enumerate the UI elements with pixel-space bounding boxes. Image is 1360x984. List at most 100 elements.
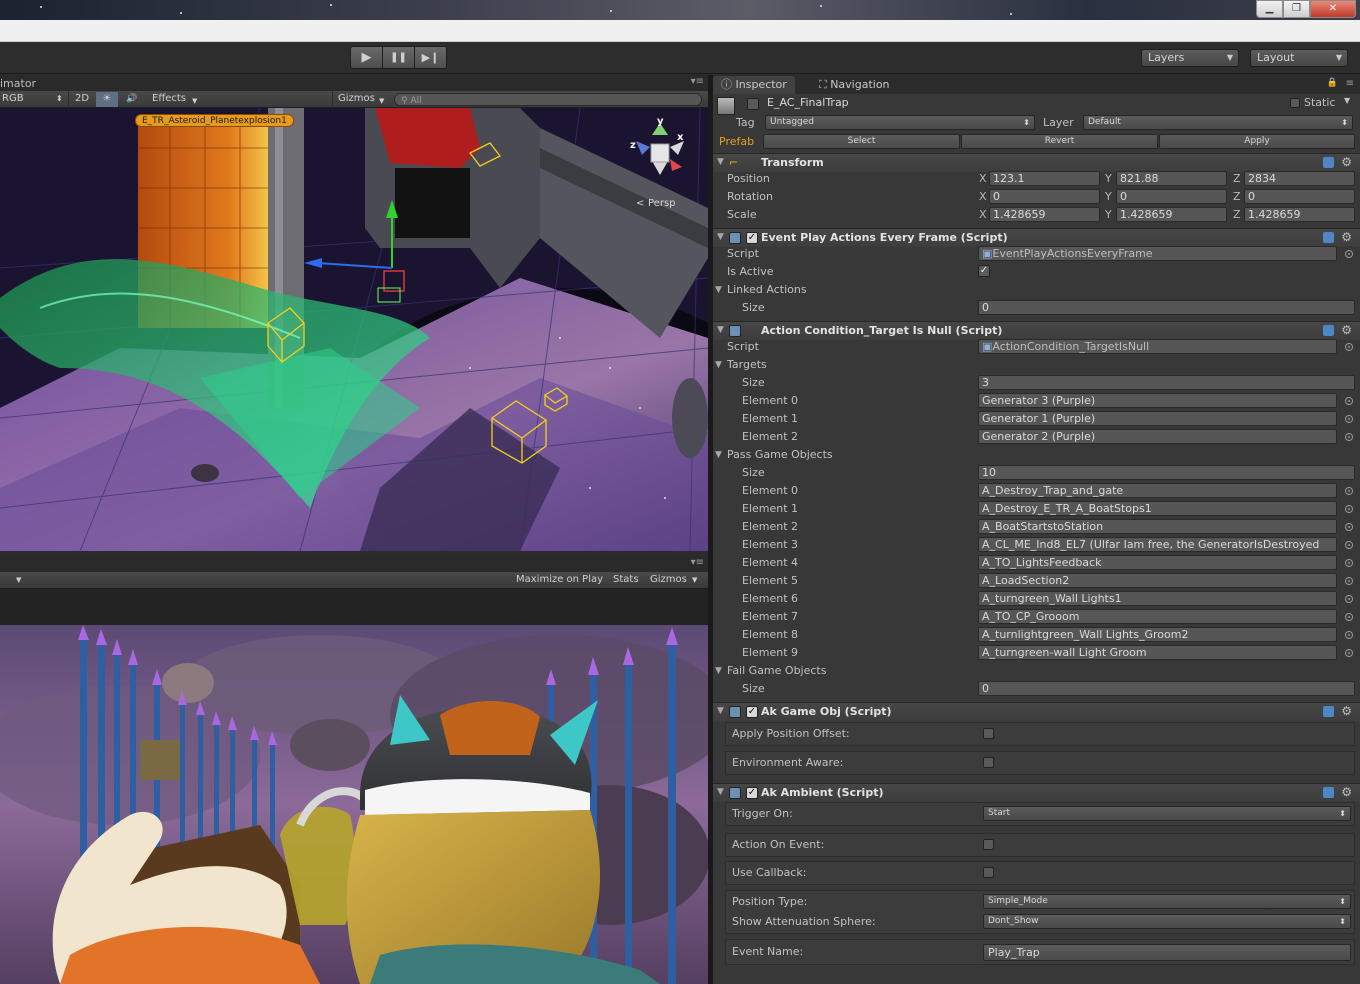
event-name-field[interactable]: Play_Trap	[983, 944, 1351, 961]
object-picker-icon[interactable]	[1345, 631, 1353, 639]
action-condition-header[interactable]: ▼ Action Condition_Target Is Null (Scrip…	[713, 321, 1360, 340]
ac-script-field[interactable]: ▣ActionCondition_TargetIsNull	[978, 339, 1337, 354]
foldout-icon[interactable]: ▼	[715, 360, 722, 370]
position-type-dropdown[interactable]: Simple_Mode ⬍	[983, 894, 1351, 909]
pass-element-field[interactable]: A_CL_ME_Ind8_EL7 (Ulfar Iam free, the Ge…	[978, 537, 1337, 552]
object-picker-icon[interactable]	[1345, 250, 1353, 258]
foldout-icon[interactable]: ▼	[715, 666, 722, 676]
object-picker-icon[interactable]	[1345, 523, 1353, 531]
pass-element-field[interactable]: A_Destroy_Trap_and_gate	[978, 483, 1337, 498]
static-checkbox[interactable]	[1290, 98, 1300, 108]
action-on-event-checkbox[interactable]	[983, 839, 994, 850]
is-active-checkbox[interactable]: ✓	[978, 265, 990, 277]
object-picker-icon[interactable]	[1345, 649, 1353, 657]
trigger-on-dropdown[interactable]: Start ⬍	[983, 806, 1351, 821]
layers-dropdown[interactable]: Layers ▼	[1141, 49, 1239, 67]
target-element-field[interactable]: Generator 2 (Purple)	[978, 429, 1337, 444]
object-picker-icon[interactable]	[1345, 559, 1353, 567]
foldout-icon[interactable]: ▼	[715, 285, 722, 295]
play-button[interactable]: ▶	[350, 46, 383, 69]
object-picker-icon[interactable]	[1345, 397, 1353, 405]
stats-toggle[interactable]: Stats	[613, 574, 639, 585]
lock-icon[interactable]: 🔒	[1327, 78, 1338, 88]
use-callback-checkbox[interactable]	[983, 867, 994, 878]
chevron-down-icon[interactable]: ▼	[16, 576, 21, 584]
prefab-apply-button[interactable]: Apply	[1159, 134, 1355, 149]
scale-x-field[interactable]: 1.428659	[989, 207, 1100, 222]
toggle-2d-button[interactable]: 2D	[75, 92, 89, 106]
gizmo-axis-x[interactable]: x	[677, 132, 683, 143]
layer-dropdown[interactable]: Default ⬍	[1083, 115, 1353, 130]
pass-element-field[interactable]: A_turnlightgreen_Wall Lights_Groom2	[978, 627, 1337, 642]
panel-menu-icon[interactable]: ≡	[1346, 78, 1354, 89]
object-picker-icon[interactable]	[1345, 577, 1353, 585]
maximize-on-play-toggle[interactable]: Maximize on Play	[516, 574, 603, 585]
object-picker-icon[interactable]	[1345, 505, 1353, 513]
help-icon[interactable]	[1323, 325, 1334, 336]
panel-menu-icon[interactable]: ▾≡	[691, 557, 704, 568]
target-element-field[interactable]: Generator 3 (Purple)	[978, 393, 1337, 408]
pass-element-field[interactable]: A_TO_CP_Grooom	[978, 609, 1337, 624]
scene-search-input[interactable]: ⚲ All	[394, 93, 702, 106]
apply-offset-checkbox[interactable]	[983, 728, 994, 739]
help-icon[interactable]	[1323, 232, 1334, 243]
minimize-button[interactable]: ▁	[1256, 0, 1283, 18]
pass-size-field[interactable]: 10	[978, 465, 1355, 480]
gear-icon[interactable]: ⚙	[1341, 323, 1352, 337]
scene-gizmos-dropdown[interactable]: Gizmos	[338, 92, 375, 106]
gizmo-axis-y[interactable]: y	[657, 116, 664, 127]
scale-y-field[interactable]: 1.428659	[1116, 207, 1227, 222]
rotation-y-field[interactable]: 0	[1116, 189, 1227, 204]
object-picker-icon[interactable]	[1345, 433, 1353, 441]
active-checkbox[interactable]	[747, 98, 759, 110]
object-picker-icon[interactable]	[1345, 541, 1353, 549]
component-enabled-checkbox[interactable]: ✓	[746, 706, 758, 718]
scene-lighting-button[interactable]: ☀	[96, 92, 118, 107]
tab-animator[interactable]: imator	[0, 77, 36, 90]
foldout-icon[interactable]: ▼	[715, 450, 722, 460]
scale-z-field[interactable]: 1.428659	[1244, 207, 1355, 222]
gizmo-axis-z[interactable]: z	[630, 140, 636, 151]
restore-button[interactable]: ❐	[1283, 0, 1310, 18]
targets-size-field[interactable]: 3	[978, 375, 1355, 390]
chevron-down-icon[interactable]: ▼	[1344, 96, 1350, 105]
ak-game-obj-header[interactable]: ▼ ✓ Ak Game Obj (Script) ⚙	[713, 702, 1360, 721]
help-icon[interactable]	[1323, 706, 1334, 717]
object-picker-icon[interactable]	[1345, 595, 1353, 603]
object-picker-icon[interactable]	[1345, 343, 1353, 351]
transform-header[interactable]: ▼ ⌐ Transform ⚙	[713, 153, 1360, 172]
object-name-input[interactable]: E_AC_FinalTrap	[763, 95, 1283, 110]
target-element-field[interactable]: Generator 1 (Purple)	[978, 411, 1337, 426]
linked-size-field[interactable]: 0	[978, 300, 1355, 315]
event-play-header[interactable]: ▼ ✓ Event Play Actions Every Frame (Scri…	[713, 228, 1360, 247]
pass-element-field[interactable]: A_turngreen_Wall Lights1	[978, 591, 1337, 606]
position-y-field[interactable]: 821.88	[1116, 171, 1227, 186]
shading-mode-dropdown[interactable]: RGB	[2, 92, 24, 106]
gear-icon[interactable]: ⚙	[1341, 155, 1352, 169]
scene-audio-button[interactable]: 🔊	[126, 92, 137, 106]
close-button[interactable]: ✕	[1310, 0, 1356, 18]
gear-icon[interactable]: ⚙	[1341, 230, 1352, 244]
ak-ambient-header[interactable]: ▼ ✓ Ak Ambient (Script) ⚙	[713, 783, 1360, 802]
rotation-x-field[interactable]: 0	[989, 189, 1100, 204]
fail-size-field[interactable]: 0	[978, 681, 1355, 696]
position-z-field[interactable]: 2834	[1244, 171, 1355, 186]
pass-element-field[interactable]: A_LoadSection2	[978, 573, 1337, 588]
object-picker-icon[interactable]	[1345, 415, 1353, 423]
step-button[interactable]: ▶❙	[414, 46, 447, 69]
gear-icon[interactable]: ⚙	[1341, 785, 1352, 799]
position-x-field[interactable]: 123.1	[989, 171, 1100, 186]
scene-viewport[interactable]: E_TR_Asteroid_Planetexplosion1 y x z < P…	[0, 108, 708, 551]
game-gizmos-dropdown[interactable]: Gizmos	[650, 574, 687, 585]
script-field[interactable]: ▣EventPlayActionsEveryFrame	[978, 246, 1337, 261]
component-enabled-checkbox[interactable]: ✓	[746, 787, 758, 799]
pass-element-field[interactable]: A_TO_LightsFeedback	[978, 555, 1337, 570]
help-icon[interactable]	[1323, 787, 1334, 798]
rotation-z-field[interactable]: 0	[1244, 189, 1355, 204]
object-picker-icon[interactable]	[1345, 613, 1353, 621]
pass-element-field[interactable]: A_turngreen-wall Light Groom	[978, 645, 1337, 660]
tab-inspector[interactable]: ⓘ Inspector	[713, 76, 795, 94]
gear-icon[interactable]: ⚙	[1341, 704, 1352, 718]
pass-element-field[interactable]: A_BoatStartstoStation	[978, 519, 1337, 534]
prefab-select-button[interactable]: Select	[763, 134, 960, 149]
